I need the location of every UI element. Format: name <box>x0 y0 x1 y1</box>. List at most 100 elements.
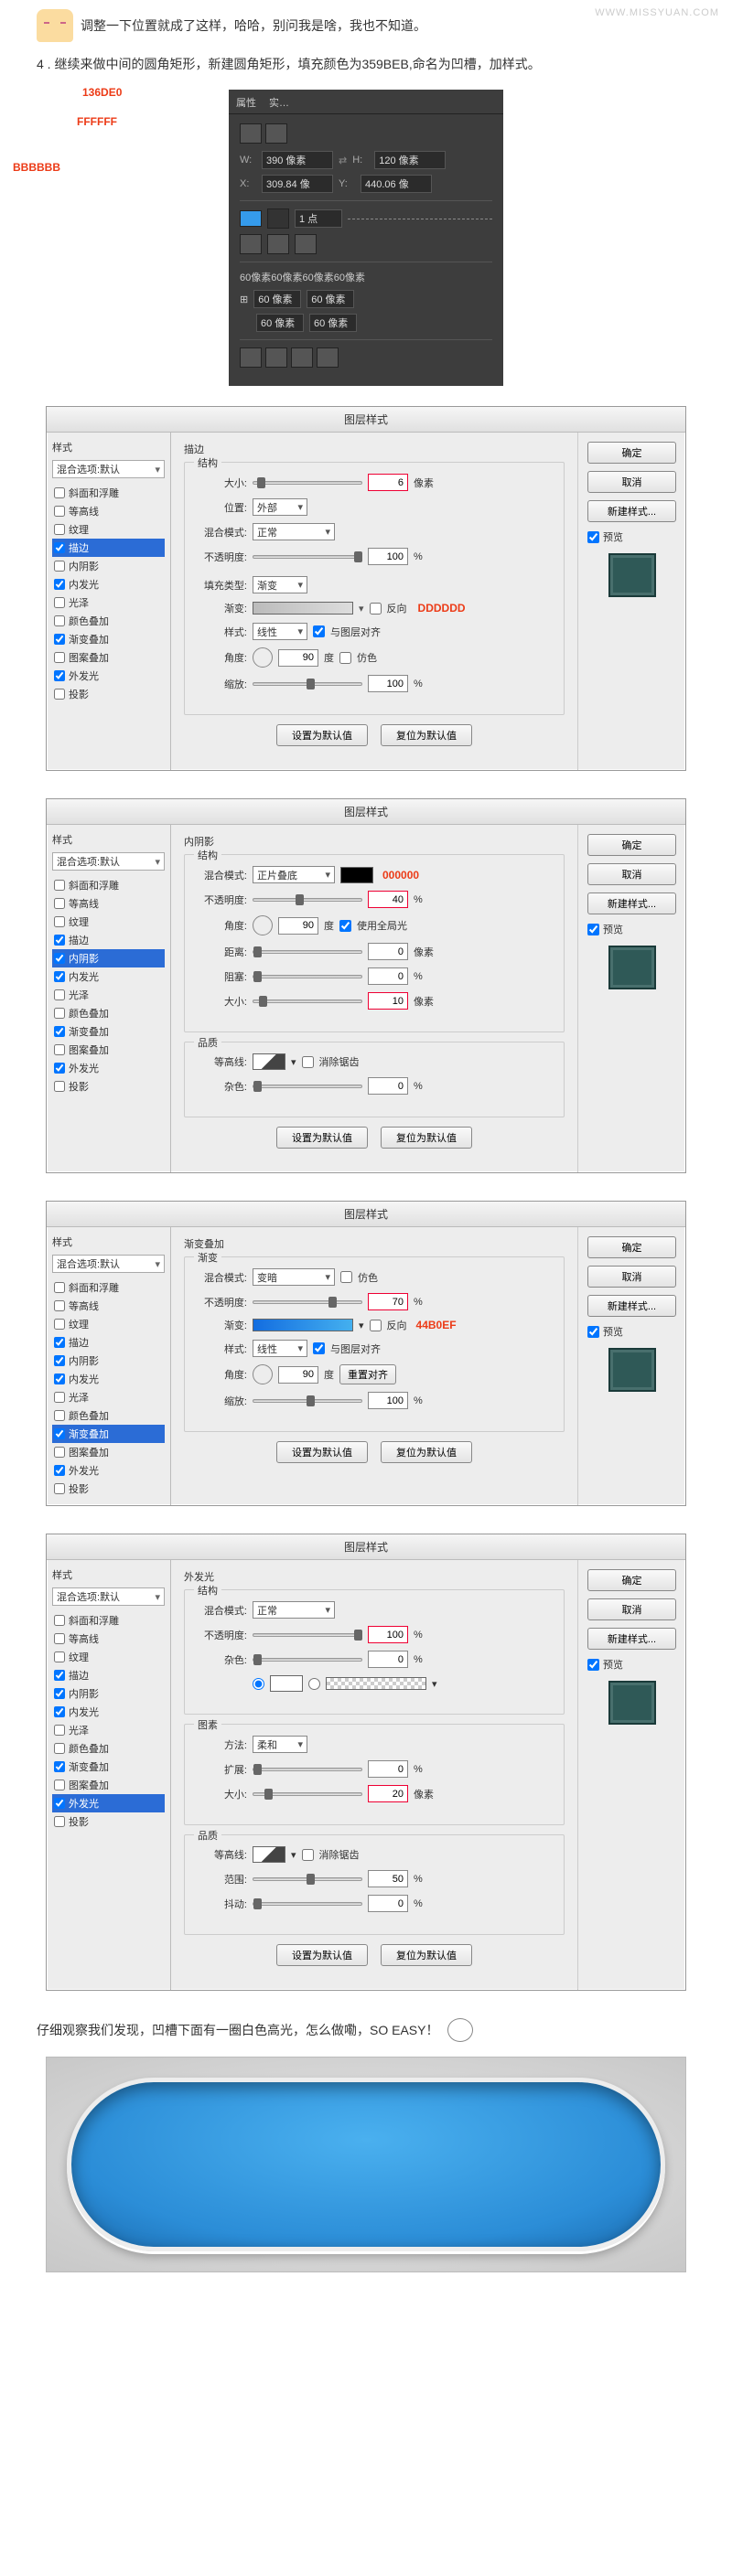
antialias-check[interactable] <box>302 1056 314 1068</box>
shape-icon[interactable] <box>240 123 262 144</box>
scale-slider[interactable] <box>253 1399 362 1403</box>
chk-satin[interactable] <box>54 597 65 608</box>
reset-default-button[interactable]: 复位为默认值 <box>381 1127 472 1149</box>
newstyle-button[interactable]: 新建样式... <box>587 1628 676 1650</box>
opacity-input[interactable] <box>368 1293 408 1310</box>
prop-tab-1[interactable]: 属性 <box>236 95 256 110</box>
alignlayer-check[interactable] <box>313 1342 325 1354</box>
opacity-input[interactable] <box>368 1626 408 1643</box>
height-input[interactable] <box>374 151 446 169</box>
cancel-button[interactable]: 取消 <box>587 1266 676 1288</box>
global-light-check[interactable] <box>339 920 351 932</box>
size-input[interactable] <box>368 1785 408 1802</box>
distance-input[interactable] <box>368 943 408 960</box>
blend-default-select[interactable]: 混合选项:默认 <box>52 852 165 871</box>
dither-check[interactable] <box>339 652 351 664</box>
angle-input[interactable] <box>278 917 318 935</box>
size-input[interactable] <box>368 474 408 491</box>
angle-input[interactable] <box>278 1366 318 1384</box>
chk-texture[interactable] <box>54 524 65 535</box>
reset-align-button[interactable]: 重置对齐 <box>339 1364 396 1384</box>
ok-button[interactable]: 确定 <box>587 1569 676 1591</box>
pathop-3-icon[interactable] <box>291 347 313 368</box>
stroke-swatch[interactable] <box>267 208 289 229</box>
gradstyle-select[interactable]: 线性 <box>253 623 307 640</box>
blend-select[interactable]: 正常 <box>253 1601 335 1619</box>
chk-innershadow[interactable] <box>54 561 65 572</box>
ok-button[interactable]: 确定 <box>587 442 676 464</box>
pathop-4-icon[interactable] <box>317 347 339 368</box>
stroke-width-input[interactable] <box>295 209 342 228</box>
color-swatch[interactable] <box>270 1675 303 1692</box>
y-input[interactable] <box>361 175 432 193</box>
newstyle-button[interactable]: 新建样式... <box>587 500 676 522</box>
preview-check[interactable] <box>587 1326 599 1338</box>
set-default-button[interactable]: 设置为默认值 <box>276 1127 368 1149</box>
radius-tr-input[interactable] <box>307 290 354 308</box>
gradstyle-select[interactable]: 线性 <box>253 1340 307 1357</box>
blend-select[interactable]: 正片叠底 <box>253 866 335 883</box>
chk-contour[interactable] <box>54 506 65 517</box>
stroke-align-icon[interactable] <box>240 234 262 254</box>
gradient-preview[interactable] <box>253 1319 353 1331</box>
mask-icon[interactable] <box>265 123 287 144</box>
reset-default-button[interactable]: 复位为默认值 <box>381 1944 472 1966</box>
reverse-check[interactable] <box>370 603 382 615</box>
ok-button[interactable]: 确定 <box>587 834 676 856</box>
chk-patternoverlay[interactable] <box>54 652 65 663</box>
ok-button[interactable]: 确定 <box>587 1236 676 1258</box>
range-input[interactable] <box>368 1870 408 1887</box>
reset-default-button[interactable]: 复位为默认值 <box>381 724 472 746</box>
contour-swatch[interactable] <box>253 1053 285 1070</box>
newstyle-button[interactable]: 新建样式... <box>587 893 676 914</box>
opacity-slider[interactable] <box>253 1633 362 1637</box>
alignlayer-check[interactable] <box>313 625 325 637</box>
cancel-button[interactable]: 取消 <box>587 471 676 493</box>
gradient-preview[interactable] <box>253 602 353 615</box>
width-input[interactable] <box>262 151 333 169</box>
gradient-radio[interactable] <box>308 1678 320 1690</box>
color-swatch[interactable] <box>340 867 373 883</box>
color-radio[interactable] <box>253 1678 264 1690</box>
spread-input[interactable] <box>368 1760 408 1778</box>
blend-default-select[interactable]: 混合选项:默认 <box>52 1587 165 1606</box>
chk-outerglow[interactable] <box>54 670 65 681</box>
chk-stroke[interactable] <box>54 542 65 553</box>
newstyle-button[interactable]: 新建样式... <box>587 1295 676 1317</box>
radius-br-input[interactable] <box>309 314 357 332</box>
angle-input[interactable] <box>278 649 318 667</box>
reset-default-button[interactable]: 复位为默认值 <box>381 1441 472 1463</box>
antialias-check[interactable] <box>302 1849 314 1861</box>
chk-bevel[interactable] <box>54 487 65 498</box>
blend-default-select[interactable]: 混合选项:默认 <box>52 1255 165 1273</box>
stroke-cap-icon[interactable] <box>267 234 289 254</box>
jitter-slider[interactable] <box>253 1902 362 1906</box>
opacity-input[interactable] <box>368 548 408 565</box>
size-slider[interactable] <box>253 481 362 485</box>
chk-gradoverlay[interactable] <box>54 634 65 645</box>
blend-select[interactable]: 变暗 <box>253 1268 335 1286</box>
size-input[interactable] <box>368 992 408 1010</box>
blend-select[interactable]: 正常 <box>253 523 335 540</box>
noise-input[interactable] <box>368 1077 408 1095</box>
preview-check[interactable] <box>587 531 599 543</box>
noise-slider[interactable] <box>253 1658 362 1662</box>
spread-slider[interactable] <box>253 1768 362 1771</box>
cancel-button[interactable]: 取消 <box>587 863 676 885</box>
link-radii-icon[interactable]: ⊞ <box>240 294 248 305</box>
angle-dial[interactable] <box>253 647 273 668</box>
cancel-button[interactable]: 取消 <box>587 1598 676 1620</box>
opacity-slider[interactable] <box>253 898 362 902</box>
position-select[interactable]: 外部 <box>253 498 307 516</box>
angle-dial[interactable] <box>253 915 273 935</box>
chk-dropshadow[interactable] <box>54 689 65 700</box>
technique-select[interactable]: 柔和 <box>253 1736 307 1753</box>
jitter-input[interactable] <box>368 1895 408 1912</box>
gradient-preview[interactable] <box>326 1677 426 1690</box>
x-input[interactable] <box>262 175 333 193</box>
angle-dial[interactable] <box>253 1364 273 1384</box>
pathop-2-icon[interactable] <box>265 347 287 368</box>
radius-bl-input[interactable] <box>256 314 304 332</box>
contour-swatch[interactable] <box>253 1846 285 1863</box>
set-default-button[interactable]: 设置为默认值 <box>276 1944 368 1966</box>
